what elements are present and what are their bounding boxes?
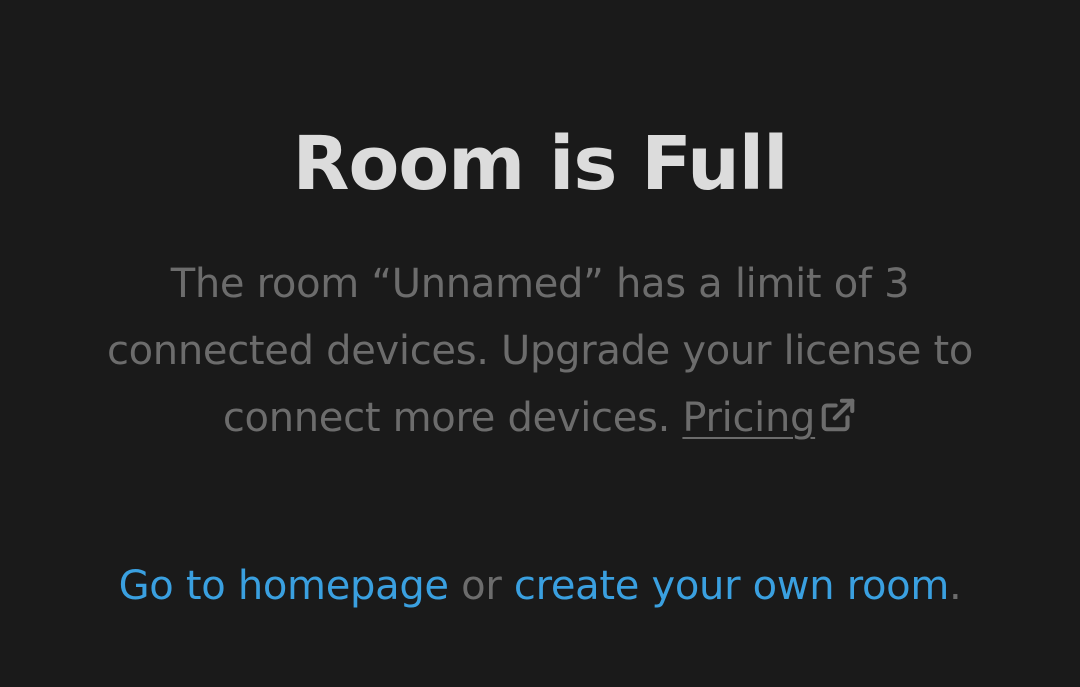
page-title: Room is Full — [292, 121, 789, 207]
message-line-3: connect more devices. Pricing — [60, 385, 1020, 452]
footer-connector: or — [461, 563, 502, 609]
message-line-3-text: connect more devices. — [222, 395, 670, 441]
message-line-2: connected devices. Upgrade your license … — [106, 328, 974, 374]
footer-period: . — [948, 563, 962, 609]
pricing-link[interactable]: Pricing — [682, 395, 815, 441]
external-link-icon[interactable] — [819, 396, 857, 434]
pricing-link-label: Pricing — [682, 395, 816, 441]
go-to-homepage-link[interactable]: Go to homepage — [119, 563, 449, 609]
message-line-1: The room “Unnamed” has a limit of 3 — [170, 261, 910, 307]
room-full-page: Room is Full The room “Unnamed” has a li… — [0, 0, 1080, 687]
room-limit-message: The room “Unnamed” has a limit of 3 conn… — [60, 251, 1020, 452]
footer-links: Go to homepage or create your own room. — [0, 560, 1080, 612]
create-own-room-link[interactable]: create your own room — [514, 563, 949, 609]
